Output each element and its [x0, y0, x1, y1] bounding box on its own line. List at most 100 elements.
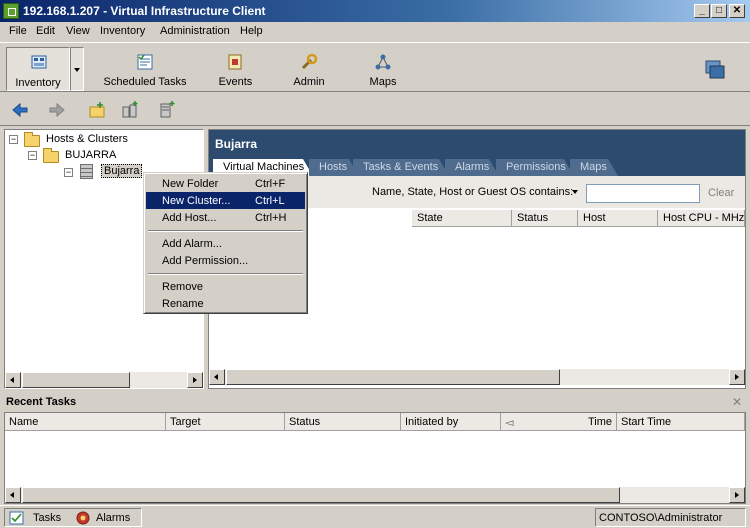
tab-alarms[interactable]: Alarms: [445, 159, 499, 176]
menu-item-label: Add Host...: [162, 212, 217, 224]
scroll-thumb[interactable]: [226, 369, 560, 385]
filter-label[interactable]: Name, State, Host or Guest OS contains:: [372, 186, 573, 198]
detail-title: Bujarra: [215, 137, 258, 151]
logged-in-user: CONTOSO\Administrator: [599, 512, 723, 524]
title-bar: 192.168.1.207 - Virtual Infrastructure C…: [0, 0, 750, 22]
menu-help[interactable]: Help: [240, 25, 263, 37]
column-header-name[interactable]: Name: [5, 413, 166, 431]
status-left-panel: Tasks Alarms: [4, 508, 142, 527]
recent-tasks-list: Name Target Status Initiated by ◅ Time St…: [4, 412, 746, 504]
inventory-icon: [31, 55, 47, 69]
add-host-icon[interactable]: [157, 101, 175, 119]
menu-separator: [148, 230, 303, 232]
app-icon: [3, 3, 19, 19]
menu-item-shortcut: Ctrl+F: [255, 178, 286, 190]
menu-edit[interactable]: Edit: [36, 25, 55, 37]
menu-item-label: Remove: [162, 281, 203, 293]
minimize-button[interactable]: _: [694, 4, 710, 18]
menu-item-rename[interactable]: Rename: [146, 295, 305, 312]
tree-horizontal-scrollbar[interactable]: [5, 372, 203, 388]
tasks-icon: [9, 511, 24, 525]
recent-tasks-title: Recent Tasks: [6, 396, 77, 408]
tree-collapse-bujarra-datacenter[interactable]: −: [64, 168, 73, 177]
vm-logo-icon: [705, 60, 725, 79]
alarms-status-button[interactable]: Alarms: [96, 512, 130, 524]
menu-item-label: Rename: [162, 298, 204, 310]
events-icon: [228, 54, 242, 70]
admin-wrench-icon: [301, 53, 318, 70]
tasks-horizontal-scrollbar[interactable]: [5, 487, 745, 503]
maps-button[interactable]: Maps: [360, 47, 406, 91]
events-label: Events: [218, 76, 253, 88]
inventory-button[interactable]: Inventory: [6, 47, 70, 91]
column-header-state[interactable]: State: [412, 210, 512, 227]
datacenter-icon: [80, 164, 93, 179]
menu-item-remove[interactable]: Remove: [146, 278, 305, 295]
scroll-thumb[interactable]: [22, 372, 130, 388]
scroll-right-button[interactable]: [187, 372, 203, 388]
column-header-initiated-by[interactable]: Initiated by: [401, 413, 501, 431]
tree-item-hosts-clusters[interactable]: Hosts & Clusters: [46, 133, 128, 145]
menu-item-add-permission[interactable]: Add Permission...: [146, 252, 305, 269]
window-title: 192.168.1.207 - Virtual Infrastructure C…: [23, 4, 266, 18]
scheduled-tasks-label: Scheduled Tasks: [103, 76, 187, 88]
menu-item-shortcut: Ctrl+L: [255, 195, 285, 207]
tree-item-bujarra-datacenter[interactable]: Bujarra: [101, 164, 143, 178]
menu-item-new-folder[interactable]: New Folder Ctrl+F: [146, 175, 305, 192]
scroll-left-button[interactable]: [209, 369, 225, 385]
menu-item-label: Add Alarm...: [162, 238, 222, 250]
filter-dropdown-arrow-icon[interactable]: [572, 190, 578, 194]
menu-administration[interactable]: Administration: [160, 25, 230, 37]
clear-link[interactable]: Clear: [708, 187, 734, 199]
scroll-left-button[interactable]: [5, 372, 21, 388]
folder-icon: [43, 148, 59, 163]
maps-label: Maps: [369, 76, 397, 88]
tree-collapse-root[interactable]: −: [9, 135, 18, 144]
tab-tasks-events[interactable]: Tasks & Events: [353, 159, 449, 176]
column-header-host[interactable]: Host: [578, 210, 658, 227]
detail-horizontal-scrollbar[interactable]: [209, 369, 745, 385]
maps-icon: [375, 54, 391, 70]
admin-button[interactable]: Admin: [284, 47, 334, 91]
tasks-status-button[interactable]: Tasks: [33, 512, 61, 524]
events-button[interactable]: Events: [208, 47, 263, 91]
tab-permissions[interactable]: Permissions: [496, 159, 574, 176]
sort-arrow-icon: ◅: [505, 417, 514, 429]
status-bar: Tasks Alarms CONTOSO\Administrator: [0, 505, 750, 528]
scroll-right-button[interactable]: [729, 369, 745, 385]
filter-input[interactable]: [586, 184, 700, 203]
inventory-dropdown[interactable]: [70, 47, 84, 91]
column-header-status[interactable]: Status: [512, 210, 578, 227]
menu-item-add-alarm[interactable]: Add Alarm...: [146, 235, 305, 252]
close-panel-icon[interactable]: ✕: [732, 395, 742, 409]
scheduled-tasks-button[interactable]: Scheduled Tasks: [100, 47, 190, 91]
column-header-start-time[interactable]: Start Time: [617, 413, 745, 431]
scroll-thumb[interactable]: [22, 487, 620, 503]
column-header-host-cpu[interactable]: Host CPU - MHz: [658, 210, 745, 227]
menu-file[interactable]: File: [9, 25, 27, 37]
navigation-toolbar: Inventory Scheduled Tasks Events Admin M…: [0, 42, 750, 92]
close-button[interactable]: ✕: [729, 4, 745, 18]
menu-view[interactable]: View: [66, 25, 90, 37]
scroll-left-button[interactable]: [5, 487, 21, 503]
column-header-time[interactable]: ◅ Time: [501, 413, 617, 431]
menu-item-shortcut: Ctrl+H: [255, 212, 287, 224]
menu-item-add-host[interactable]: Add Host... Ctrl+H: [146, 209, 305, 226]
menu-item-label: Add Permission...: [162, 255, 249, 267]
maximize-button[interactable]: □: [711, 4, 727, 18]
back-arrow-icon[interactable]: [11, 101, 29, 119]
menu-item-new-cluster[interactable]: New Cluster... Ctrl+L: [146, 192, 305, 209]
new-cluster-icon[interactable]: [121, 101, 139, 119]
tab-maps[interactable]: Maps: [570, 159, 618, 176]
scheduled-tasks-icon: [137, 54, 153, 70]
tree-item-bujarra-folder[interactable]: BUJARRA: [65, 149, 116, 161]
tab-hosts[interactable]: Hosts: [309, 159, 359, 176]
forward-arrow-icon[interactable]: [48, 101, 66, 119]
column-header-target[interactable]: Target: [166, 413, 285, 431]
scroll-right-button[interactable]: [729, 487, 745, 503]
new-folder-icon[interactable]: [88, 101, 106, 119]
menu-inventory[interactable]: Inventory: [100, 25, 145, 37]
menu-bar: File Edit View Inventory Administration …: [0, 22, 750, 40]
column-header-status[interactable]: Status: [285, 413, 401, 431]
tree-collapse-bujarra-folder[interactable]: −: [28, 151, 37, 160]
